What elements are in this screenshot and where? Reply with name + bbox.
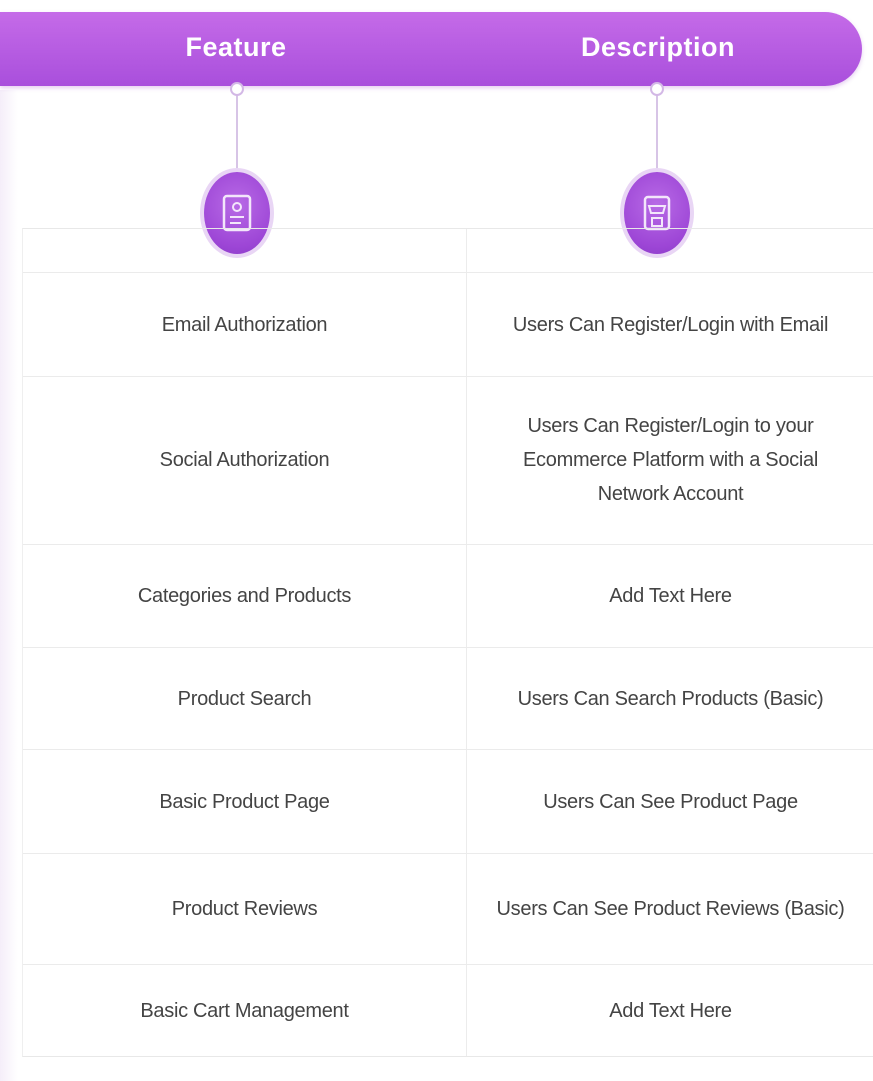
table-row: Basic Cart Management Add Text Here — [23, 965, 873, 1056]
feature-cell: Product Reviews — [171, 898, 318, 920]
table-row: Social Authorization Users Can Register/… — [23, 376, 873, 545]
feature-cell: Basic Product Page — [159, 790, 330, 813]
description-cell: Users Can See Product Reviews (Basic) — [496, 898, 845, 920]
description-connector-dot — [650, 82, 664, 96]
description-cell: Add Text Here — [609, 999, 732, 1022]
description-cell: Users Can Register/Login with Email — [512, 313, 829, 336]
feature-connector-dot — [230, 82, 244, 96]
feature-cell: Categories and Products — [137, 585, 352, 607]
table-row: Product Reviews Users Can See Product Re… — [23, 854, 873, 965]
description-column-heading: Description — [580, 32, 736, 62]
feature-column-heading: Feature — [185, 32, 287, 62]
description-cell: Users Can Search Products (Basic) — [517, 687, 824, 710]
description-cell: Users Can Register/Login to your Ecommer… — [523, 415, 818, 505]
table-row: Product Search Users Can Search Products… — [23, 648, 873, 750]
description-cell: Users Can See Product Page — [543, 790, 798, 813]
description-cell: Add Text Here — [609, 585, 732, 607]
feature-cell: Email Authorization — [161, 313, 328, 336]
table-row: Basic Product Page Users Can See Product… — [23, 750, 873, 854]
feature-cell: Product Search — [177, 687, 312, 710]
table-row: Email Authorization Users Can Register/L… — [23, 272, 873, 377]
description-connector-line — [656, 86, 658, 186]
feature-cell: Social Authorization — [159, 449, 330, 471]
page-edge-shade — [0, 90, 18, 1081]
feature-connector-line — [236, 86, 238, 186]
table-row: Categories and Products Add Text Here — [23, 545, 873, 648]
feature-cell: Basic Cart Management — [140, 999, 349, 1022]
feature-table: Email Authorization Users Can Register/L… — [22, 228, 873, 1057]
